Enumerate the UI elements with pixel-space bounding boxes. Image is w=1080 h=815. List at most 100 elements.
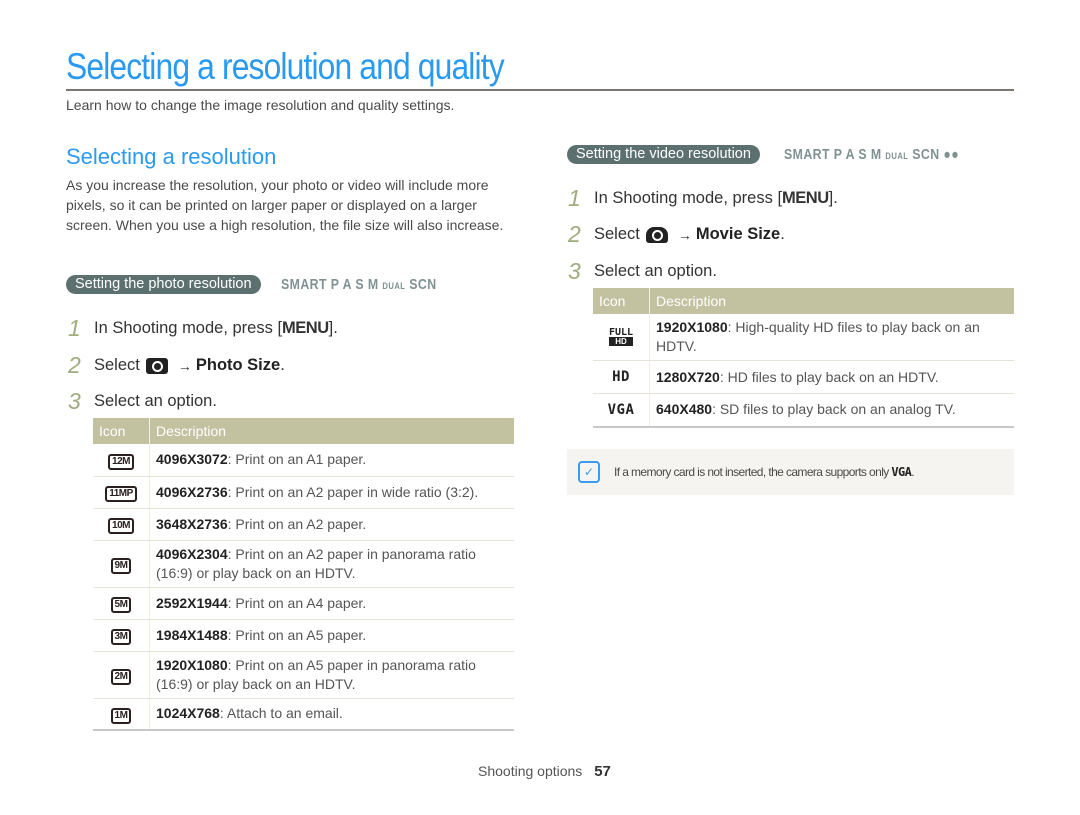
resolution-value: 1920X1080	[156, 656, 228, 673]
mode-dual-is-icon: DUAL	[885, 150, 909, 161]
mode-smart-icon: SMART	[280, 276, 327, 293]
resolution-description: : Print on an A4 paper.	[227, 594, 367, 611]
icon-cell: 2M	[93, 651, 150, 699]
resolution-9m-icon: 9M	[110, 557, 132, 574]
resolution-value: 1280X720	[656, 368, 720, 385]
vga-resolution-icon: VGA	[607, 401, 635, 418]
mode-p-icon: P	[833, 146, 843, 163]
step-number: 2	[68, 352, 81, 378]
resolution-value: 4096X3072	[156, 451, 228, 468]
icon-cell: FULL HD	[593, 314, 650, 361]
note-end: .	[911, 465, 915, 479]
mode-m-icon: M	[870, 146, 882, 163]
resolution-value: 2592X1944	[156, 594, 228, 611]
table-row: 5M 2592X1944: Print on an A4 paper.	[93, 587, 514, 620]
resolution-description: : Attach to an email.	[219, 705, 343, 722]
video-resolution-header: Setting the video resolution SMART P A S…	[567, 145, 990, 164]
page-footer: Shooting options 57	[478, 763, 611, 780]
icon-cell: 1M	[93, 698, 150, 731]
photo-resolution-header: Setting the photo resolution SMART P A S…	[66, 275, 464, 294]
note-box: ✓ If a memory card is not inserted, the …	[567, 449, 1014, 495]
resolution-1m-icon: 1M	[110, 707, 132, 724]
step-text-end: .	[780, 225, 785, 243]
icon-cell: 3M	[93, 619, 150, 652]
note-icon: ✓	[578, 461, 600, 483]
table-row: VGA 640X480: SD files to play back on an …	[593, 393, 1014, 428]
icon-label: HD	[608, 336, 634, 346]
photo-resolution-pill: Setting the photo resolution	[66, 275, 261, 294]
intro-text: Learn how to change the image resolution…	[66, 97, 455, 113]
resolution-value: 3648X2736	[156, 515, 228, 532]
table-row: 2M 1920X1080: Print on an A5 paper in pan…	[93, 651, 514, 699]
menu-key: MENU	[782, 189, 829, 207]
resolution-3m-icon: 3M	[110, 629, 132, 645]
step-text: Select an option.	[94, 392, 217, 410]
resolution-2m-icon: 2M	[110, 668, 132, 685]
photo-step-1: 1 In Shooting mode, press [MENU].	[68, 315, 338, 342]
mode-a-icon: A	[845, 146, 855, 163]
step-text-end: ].	[328, 319, 338, 337]
description-cell: 1984X1488: Print on an A5 paper.	[149, 619, 514, 652]
mode-scn-icon: SCN	[912, 146, 940, 163]
step-text: In Shooting mode, press [	[94, 319, 283, 337]
video-step-3: 3 Select an option.	[568, 258, 717, 285]
resolution-value: 1024X768	[156, 705, 220, 722]
note-message: If a memory card is not inserted, the ca…	[614, 465, 889, 479]
photo-step-2: 2 Select → Photo Size.	[68, 352, 285, 379]
mode-dual-is-icon: DUAL	[381, 280, 405, 291]
mode-smart-icon: SMART	[783, 146, 830, 163]
table-row: 10M 3648X2736: Print on an A2 paper.	[93, 508, 514, 541]
step-text-end: .	[280, 356, 285, 374]
icon-cell: VGA	[593, 393, 650, 428]
table-row: 9M 4096X2304: Print on an A2 paper in pan…	[93, 540, 514, 588]
description-cell: 4096X3072: Print on an A1 paper.	[149, 444, 514, 477]
table-row: FULL HD 1920X1080: High-quality HD files t…	[593, 314, 1014, 361]
step-number: 3	[68, 388, 81, 414]
resolution-5m-icon: 5M	[110, 597, 132, 613]
icon-cell: HD	[593, 360, 650, 394]
resolution-description: : Print on an A2 paper.	[227, 515, 367, 532]
table-row: HD 1280X720: HD files to play back on an …	[593, 360, 1014, 394]
mode-p-icon: P	[330, 276, 339, 293]
video-resolution-pill: Setting the video resolution	[567, 145, 760, 164]
mode-s-icon: S	[354, 276, 364, 293]
description-cell: 3648X2736: Print on an A2 paper.	[149, 508, 514, 541]
photo-mode-icons: SMART P A S M DUAL SCN	[281, 277, 437, 293]
video-resolution-table: Icon Description FULL HD 1920X1080: High-q…	[593, 288, 1014, 428]
icon-cell: 9M	[93, 540, 150, 588]
description-cell: 2592X1944: Print on an A4 paper.	[149, 587, 514, 620]
table-row: 12M 4096X3072: Print on an A1 paper.	[93, 444, 514, 477]
page-title: Selecting a resolution and quality	[66, 46, 505, 87]
resolution-description: : HD files to play back on an HDTV.	[719, 368, 939, 385]
footer-section-name: Shooting options	[478, 763, 583, 779]
description-cell: 1920X1080: Print on an A5 paper in panor…	[149, 651, 514, 699]
mode-m-icon: M	[367, 276, 379, 293]
resolution-value: 1920X1080	[656, 319, 728, 335]
video-step-2: 2 Select → Movie Size.	[568, 221, 785, 248]
step-text: Select	[594, 225, 640, 243]
description-cell: 640X480: SD files to play back on an ana…	[649, 393, 1014, 428]
icon-label-top: FULL	[608, 326, 634, 338]
description-cell: 1920X1080: High-quality HD files to play…	[649, 314, 1014, 361]
video-mode-icons: SMART P A S M DUAL SCN ●●	[784, 147, 959, 163]
icon-cell: 5M	[93, 587, 150, 620]
column-header-icon: Icon	[93, 418, 150, 444]
step-text-end: ].	[828, 189, 838, 207]
column-header-icon: Icon	[593, 288, 650, 314]
resolution-value: 640X480	[656, 401, 713, 418]
resolution-value: 4096X2736	[156, 483, 228, 500]
resolution-value: 1984X1488	[156, 626, 228, 643]
resolution-description: : Print on an A2 paper in wide ratio (3:…	[227, 483, 479, 500]
table-row: 11MP 4096X2736: Print on an A2 paper in w…	[93, 476, 514, 509]
video-step-1: 1 In Shooting mode, press [MENU].	[568, 185, 838, 212]
step-text: In Shooting mode, press [	[594, 189, 783, 207]
mode-a-icon: A	[342, 276, 352, 293]
camera-icon	[145, 357, 168, 374]
vga-icon: VGA	[891, 465, 912, 479]
menu-item-movie-size: Movie Size	[695, 225, 781, 243]
description-cell: 1280X720: HD files to play back on an HD…	[649, 360, 1014, 394]
column-header-description: Description	[649, 288, 1014, 314]
icon-cell: 10M	[93, 508, 150, 541]
description-cell: 4096X2304: Print on an A2 paper in panor…	[149, 540, 514, 588]
menu-key: MENU	[282, 319, 329, 337]
